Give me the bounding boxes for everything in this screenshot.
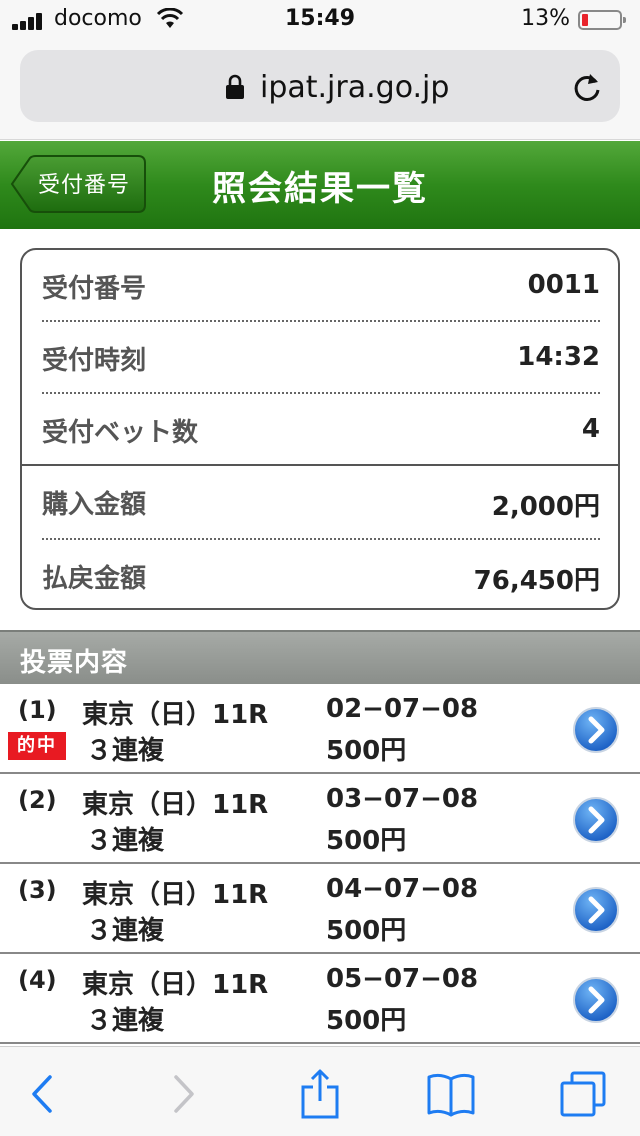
bet-race: 東京（日）11R <box>82 790 269 820</box>
summary-row-receipt-time: 受付時刻 14:32 <box>42 322 600 394</box>
back-button-label: 受付番号 <box>38 173 131 198</box>
bet-row[interactable]: (2) 東京（日）11R ３連複 03−07−08 500円 <box>0 774 640 864</box>
section-title: 投票内容 <box>20 648 129 678</box>
bet-race: 東京（日）11R <box>82 700 269 730</box>
section-header: 投票内容 <box>0 630 640 684</box>
browser-address-area: ipat.jra.go.jp <box>0 40 640 140</box>
hit-badge: 的中 <box>8 732 66 760</box>
chevron-right-icon[interactable] <box>572 796 620 844</box>
bookmarks-icon[interactable] <box>426 1069 476 1119</box>
bet-type: ３連複 <box>86 736 165 766</box>
share-icon[interactable] <box>295 1069 345 1119</box>
bet-row[interactable]: (3) 東京（日）11R ３連複 04−07−08 500円 <box>0 864 640 954</box>
summary-label: 払戻金額 <box>42 564 147 594</box>
summary-label: 受付時刻 <box>42 346 147 376</box>
back-icon[interactable] <box>18 1069 68 1119</box>
bet-amount: 500円 <box>326 736 407 766</box>
bet-row[interactable]: (1) 的中 東京（日）11R ３連複 02−07−08 500円 <box>0 684 640 774</box>
status-bar: docomo 15:49 13% <box>0 0 640 40</box>
summary-row-bet-count: 受付ベット数 4 <box>42 394 600 466</box>
chevron-right-icon[interactable] <box>572 706 620 754</box>
bet-type: ３連複 <box>86 1006 165 1036</box>
browser-toolbar <box>0 1046 640 1136</box>
lock-icon <box>226 74 244 99</box>
summary-card: 受付番号 0011 受付時刻 14:32 受付ベット数 4 購入金額 2,000… <box>20 248 620 610</box>
bet-number: (3) <box>18 876 57 904</box>
bet-type: ３連複 <box>86 916 165 946</box>
back-button[interactable]: 受付番号 <box>10 155 146 213</box>
chevron-right-icon[interactable] <box>572 976 620 1024</box>
page-header: 受付番号 照会結果一覧 <box>0 141 640 229</box>
bet-type: ３連複 <box>86 826 165 856</box>
forward-icon <box>174 1075 194 1113</box>
bet-combination: 05−07−08 <box>326 964 479 994</box>
chevron-right-icon[interactable] <box>572 886 620 934</box>
bet-number: (1) <box>18 696 57 724</box>
bet-race: 東京（日）11R <box>82 880 269 910</box>
summary-value: 14:32 <box>517 342 600 372</box>
battery-percent: 13% <box>521 6 570 31</box>
summary-row-receipt-number: 受付番号 0011 <box>42 250 600 322</box>
bet-number: (2) <box>18 786 57 814</box>
summary-value: 4 <box>581 414 600 444</box>
summary-value: 2,000円 <box>491 492 600 522</box>
bet-race: 東京（日）11R <box>82 970 269 1000</box>
bet-amount: 500円 <box>326 1006 407 1036</box>
summary-value: 76,450円 <box>473 566 600 596</box>
summary-label: 受付ベット数 <box>42 418 199 448</box>
bet-number: (4) <box>18 966 57 994</box>
bet-combination: 02−07−08 <box>326 694 479 724</box>
battery-icon <box>578 10 626 30</box>
bet-amount: 500円 <box>326 826 407 856</box>
reload-icon[interactable] <box>570 70 604 104</box>
summary-label: 購入金額 <box>42 490 147 520</box>
summary-row-purchase-amount: 購入金額 2,000円 <box>42 466 600 538</box>
summary-label: 受付番号 <box>42 274 147 304</box>
summary-value: 0011 <box>527 270 600 300</box>
bet-combination: 04−07−08 <box>326 874 479 904</box>
bet-row[interactable]: (4) 東京（日）11R ３連複 05−07−08 500円 <box>0 954 640 1044</box>
summary-row-payout-amount: 払戻金額 76,450円 <box>42 540 600 612</box>
bet-combination: 03−07−08 <box>326 784 479 814</box>
url-text: ipat.jra.go.jp <box>260 70 450 105</box>
page-title: 照会結果一覧 <box>212 169 428 209</box>
tabs-icon[interactable] <box>558 1069 608 1119</box>
address-bar[interactable]: ipat.jra.go.jp <box>20 50 620 122</box>
bet-amount: 500円 <box>326 916 407 946</box>
